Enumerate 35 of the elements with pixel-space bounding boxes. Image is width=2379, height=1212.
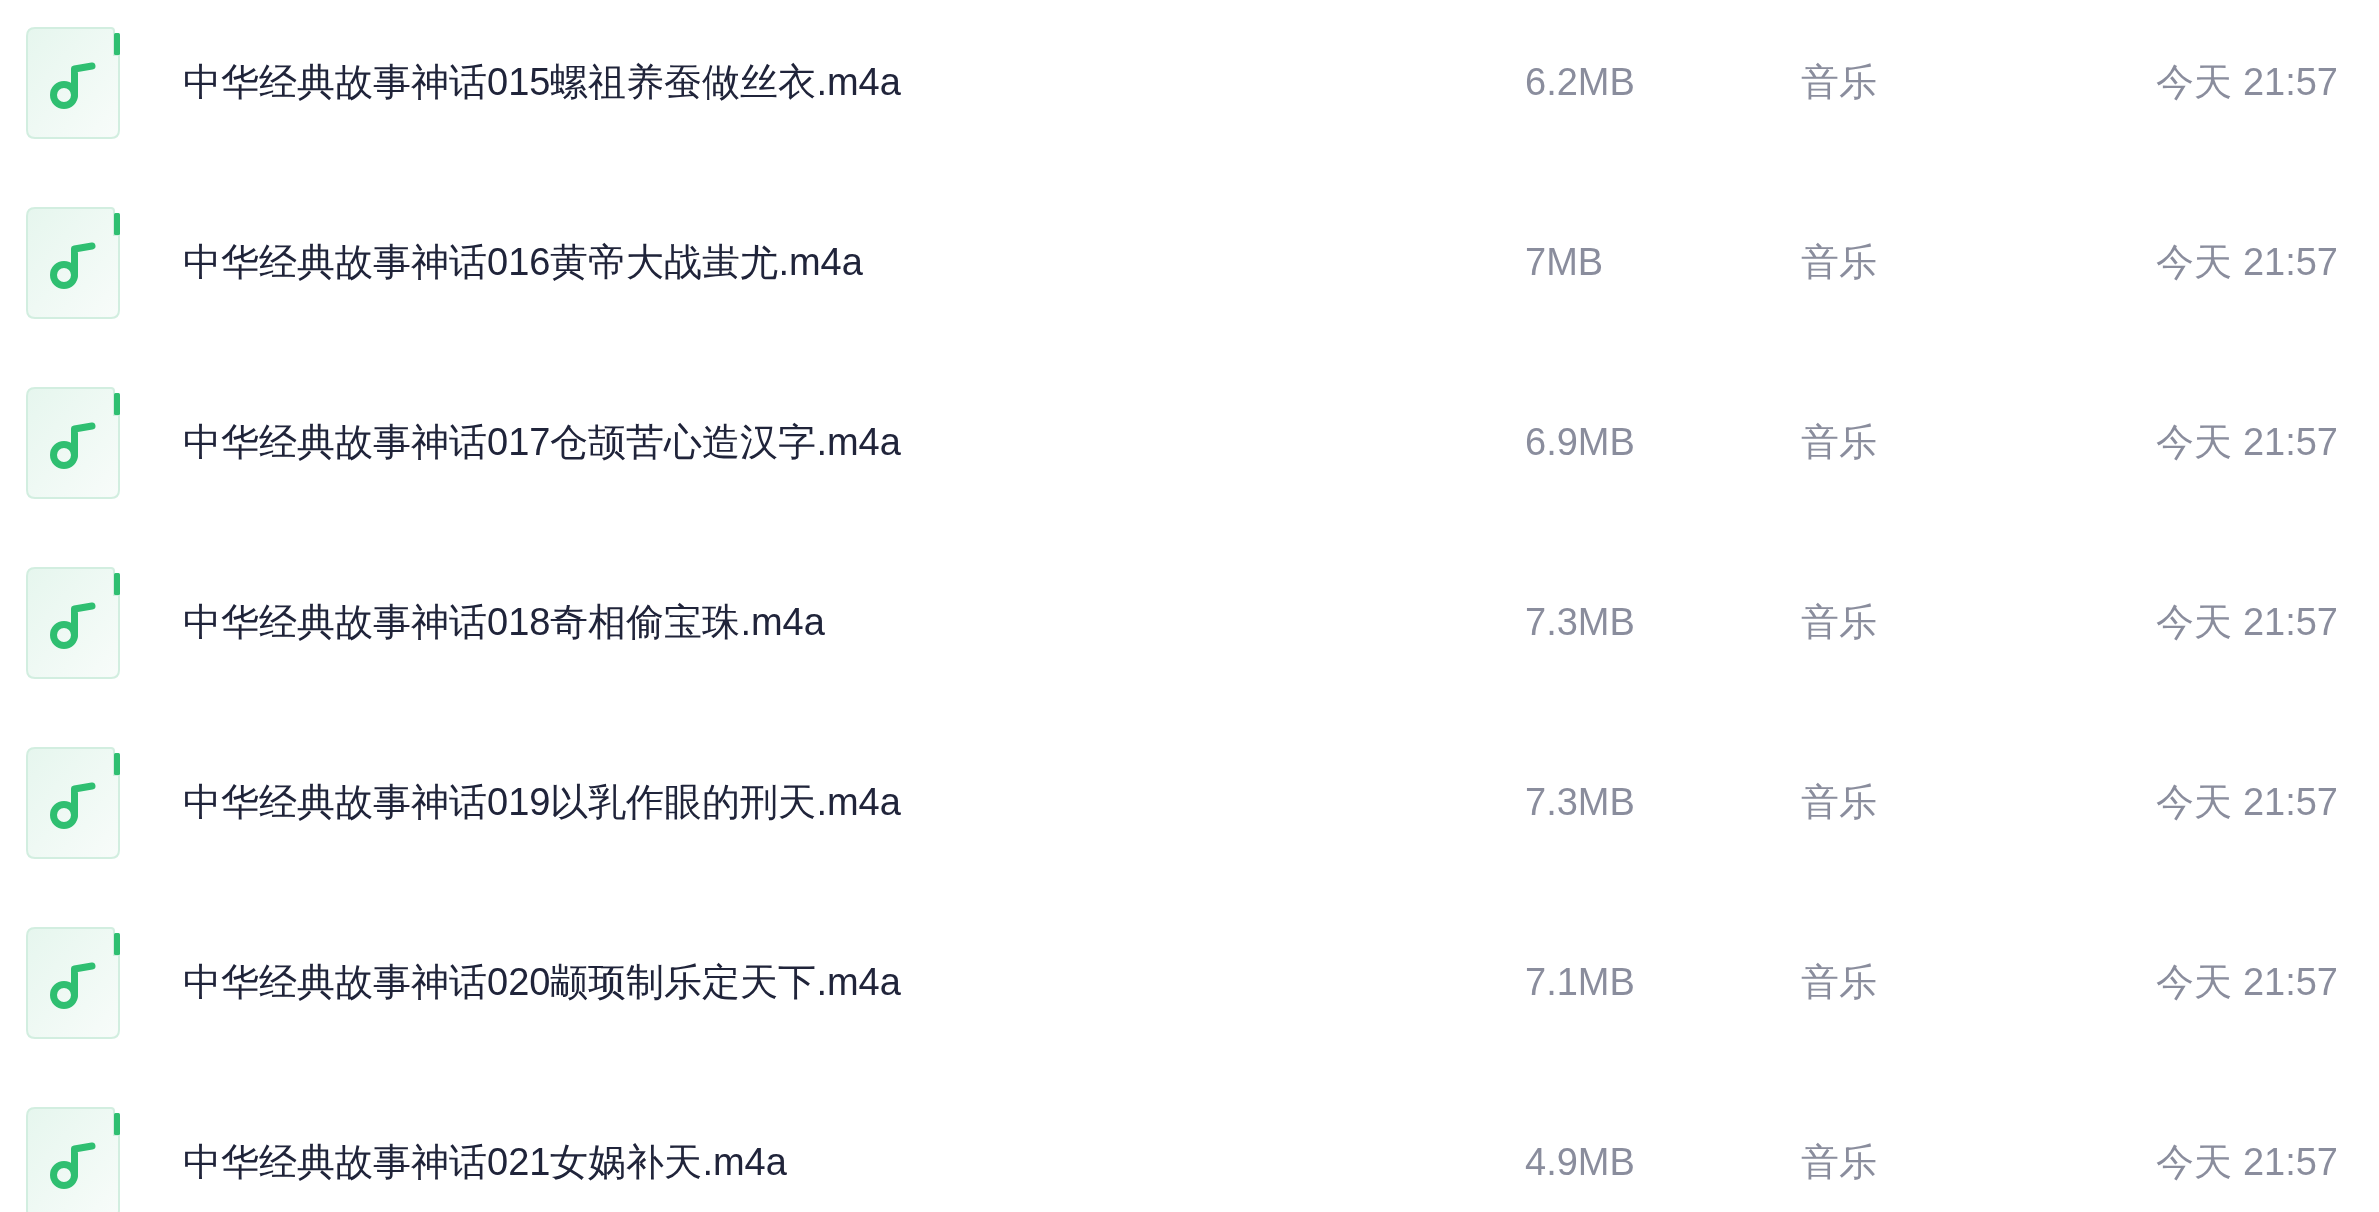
file-type: 音乐 — [1801, 960, 1877, 1005]
file-size: 7.3MB — [1525, 780, 1635, 825]
music-file-icon — [26, 207, 120, 319]
file-size: 4.9MB — [1525, 1140, 1635, 1185]
file-name[interactable]: 中华经典故事神话019以乳作眼的刑天.m4a — [183, 780, 901, 826]
file-size: 7.3MB — [1525, 600, 1635, 645]
file-type: 音乐 — [1801, 1140, 1877, 1185]
file-size: 6.9MB — [1525, 420, 1635, 465]
file-name[interactable]: 中华经典故事神话015螺祖养蚕做丝衣.m4a — [183, 60, 901, 106]
modified-time: 今天 21:57 — [2156, 1140, 2338, 1185]
modified-time: 今天 21:57 — [2156, 60, 2338, 105]
file-type: 音乐 — [1801, 60, 1877, 105]
modified-time: 今天 21:57 — [2156, 240, 2338, 285]
music-file-icon — [26, 927, 120, 1039]
file-type: 音乐 — [1801, 600, 1877, 645]
file-name[interactable]: 中华经典故事神话018奇相偷宝珠.m4a — [183, 600, 825, 646]
file-name[interactable]: 中华经典故事神话016黄帝大战蚩尤.m4a — [183, 240, 863, 286]
file-size: 6.2MB — [1525, 60, 1635, 105]
file-size: 7MB — [1525, 240, 1604, 285]
music-file-icon — [26, 27, 120, 139]
modified-time: 今天 21:57 — [2156, 600, 2338, 645]
modified-time: 今天 21:57 — [2156, 960, 2338, 1005]
music-file-icon — [26, 1107, 120, 1212]
file-type: 音乐 — [1801, 420, 1877, 465]
file-size: 7.1MB — [1525, 960, 1635, 1005]
modified-time: 今天 21:57 — [2156, 780, 2338, 825]
music-file-icon — [26, 567, 120, 679]
file-name[interactable]: 中华经典故事神话020颛顼制乐定天下.m4a — [183, 960, 901, 1006]
file-name[interactable]: 中华经典故事神话017仓颉苦心造汉字.m4a — [183, 420, 901, 466]
file-name[interactable]: 中华经典故事神话021女娲补天.m4a — [183, 1140, 787, 1186]
music-file-icon — [26, 747, 120, 859]
file-type: 音乐 — [1801, 240, 1877, 285]
modified-time: 今天 21:57 — [2156, 420, 2338, 465]
music-file-icon — [26, 387, 120, 499]
file-type: 音乐 — [1801, 780, 1877, 825]
